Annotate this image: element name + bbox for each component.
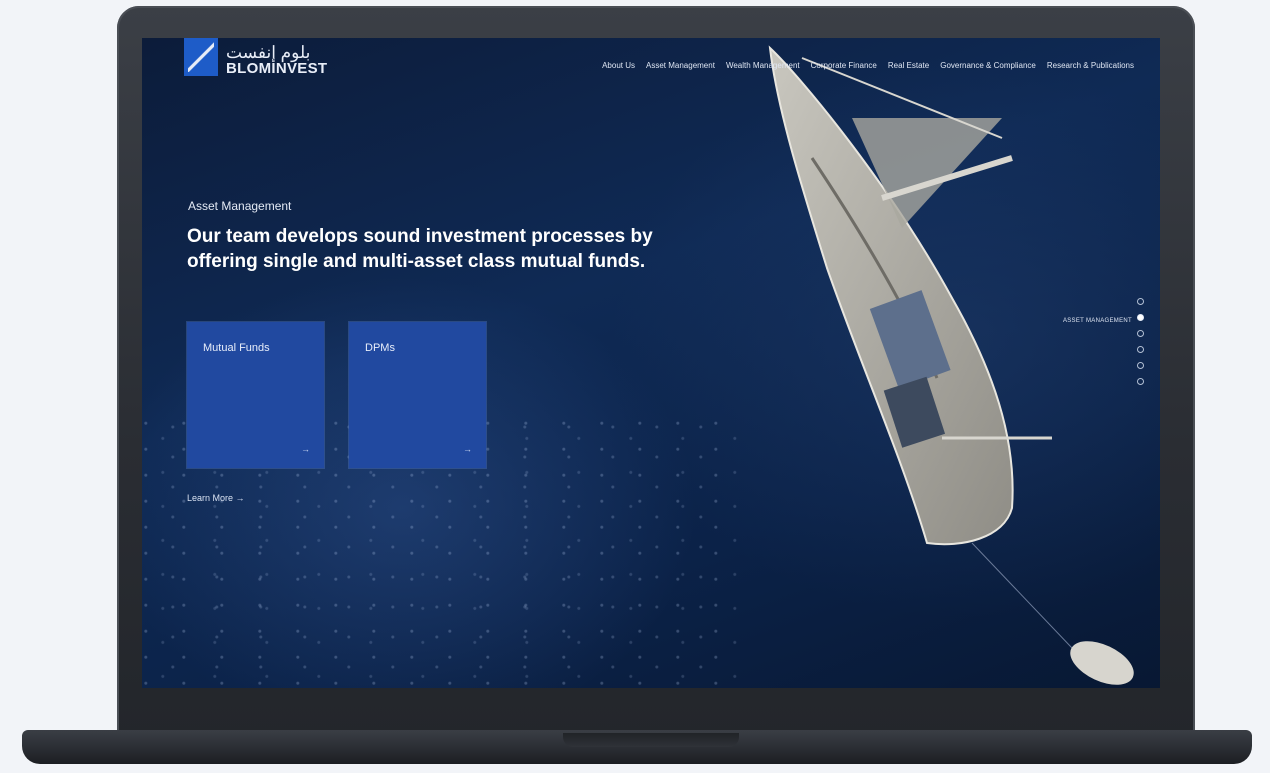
pager-dot[interactable] (1137, 298, 1144, 305)
card-label: Mutual Funds (203, 342, 270, 354)
arrow-right-icon: → (463, 444, 472, 454)
pager-dot[interactable] (1137, 378, 1144, 385)
mutual-funds-card[interactable]: Mutual Funds → (187, 322, 324, 468)
brand-arabic-name: بلوم إنفست (226, 43, 311, 62)
nav-item-about-us[interactable]: About Us (602, 61, 635, 70)
pager-dot[interactable] (1137, 362, 1144, 369)
active-section-label: ASSET MANAGEMENT (1062, 318, 1132, 324)
nav-item-research-publications[interactable]: Research & Publications (1047, 61, 1134, 70)
nav-item-real-estate[interactable]: Real Estate (888, 61, 929, 70)
hero-headline: Our team develops sound investment proce… (187, 226, 653, 272)
learn-more-link[interactable]: Learn More → (187, 493, 245, 503)
brand-name: BLOMINVEST (226, 60, 328, 77)
brand-logo[interactable]: بلوم إنفست BLOMINVEST (184, 38, 327, 76)
nav-item-corporate-finance[interactable]: Corporate Finance (811, 61, 877, 70)
section-pager (1136, 298, 1148, 394)
section-eyebrow: Asset Management (188, 199, 292, 213)
dpms-card[interactable]: DPMs → (349, 322, 486, 468)
pager-dot-active[interactable] (1137, 314, 1144, 321)
sailboat-image (768, 45, 1134, 685)
website-screen: بلوم إنفست BLOMINVEST About Us Asset Man… (142, 38, 1160, 688)
laptop-hinge-notch (563, 733, 739, 747)
nav-item-asset-management[interactable]: Asset Management (646, 61, 715, 70)
card-label: DPMs (365, 342, 395, 354)
pager-dot[interactable] (1137, 330, 1144, 337)
blom-logo-mark-icon (184, 38, 218, 76)
arrow-right-icon: → (301, 444, 310, 454)
main-nav: About Us Asset Management Wealth Managem… (602, 61, 1134, 70)
pager-dot[interactable] (1137, 346, 1144, 353)
nav-item-wealth-management[interactable]: Wealth Management (726, 61, 800, 70)
nav-item-governance-compliance[interactable]: Governance & Compliance (940, 61, 1036, 70)
brand-wordmark: بلوم إنفست BLOMINVEST (226, 44, 327, 76)
